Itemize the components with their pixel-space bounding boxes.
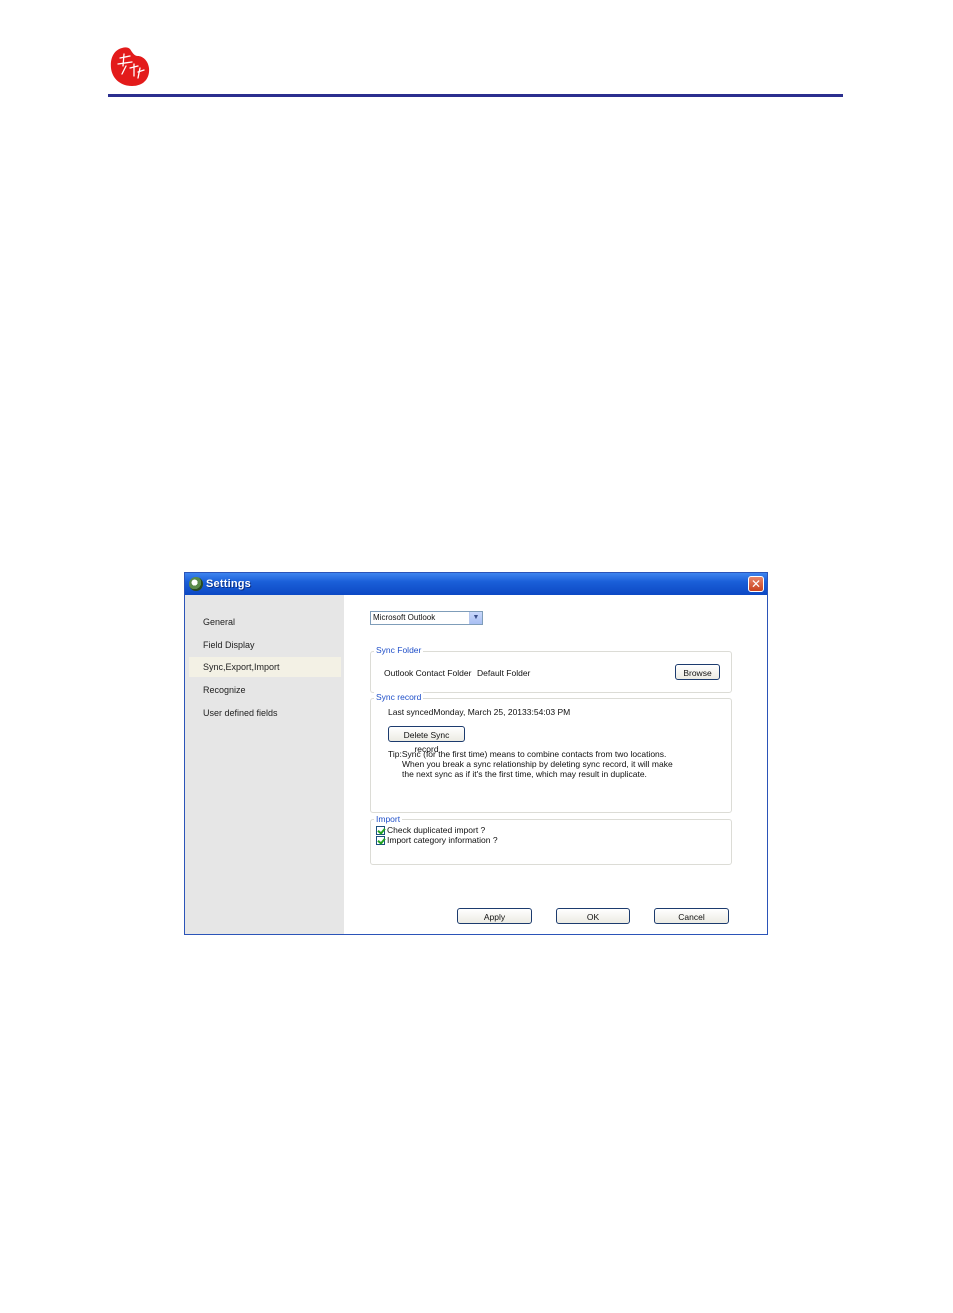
apply-button[interactable]: Apply <box>457 908 532 924</box>
close-icon[interactable]: ✕ <box>748 576 764 592</box>
settings-content: Microsoft Outlook ▼ Sync Folder Outlook … <box>344 595 767 934</box>
red-seal-logo-icon <box>110 47 150 86</box>
app-icon <box>189 577 203 591</box>
tip-line-1: Tip:Sync (for the first time) means to c… <box>388 749 667 759</box>
title-bar[interactable]: Settings ✕ <box>185 573 767 595</box>
sync-folder-label: Outlook Contact Folder <box>384 668 472 678</box>
check-duplicated-import-checkbox[interactable] <box>376 826 385 835</box>
sidebar-item-sync-export-import[interactable]: Sync,Export,Import <box>189 657 341 677</box>
settings-sidebar: General Field Display Sync,Export,Import… <box>185 595 344 934</box>
sidebar-item-recognize[interactable]: Recognize <box>189 680 341 700</box>
sync-source-value: Microsoft Outlook <box>373 613 436 622</box>
window-title: Settings <box>206 578 251 590</box>
import-category-checkbox[interactable] <box>376 836 385 845</box>
sync-folder-value: Default Folder <box>477 668 531 678</box>
last-synced-text: Last syncedMonday, March 25, 20133:54:03… <box>388 707 571 717</box>
settings-window: Settings ✕ General Field Display Sync,Ex… <box>184 572 768 935</box>
chevron-down-icon[interactable]: ▼ <box>469 612 482 624</box>
sidebar-item-field-display[interactable]: Field Display <box>189 635 341 655</box>
cancel-button[interactable]: Cancel <box>654 908 729 924</box>
check-duplicated-import-label: Check duplicated import ? <box>387 825 486 835</box>
tip-line-2: When you break a sync relationship by de… <box>402 759 673 769</box>
header-rule <box>108 94 843 97</box>
browse-button[interactable]: Browse <box>675 664 720 680</box>
ok-button[interactable]: OK <box>556 908 630 924</box>
tip-line-3: the next sync as if it's the first time,… <box>402 769 647 779</box>
sync-record-legend: Sync record <box>374 692 424 702</box>
sidebar-item-general[interactable]: General <box>189 612 341 632</box>
import-category-label: Import category information ? <box>387 835 498 845</box>
sync-source-select[interactable]: Microsoft Outlook ▼ <box>370 611 483 625</box>
sync-folder-legend: Sync Folder <box>374 645 424 655</box>
import-legend: Import <box>374 814 403 824</box>
delete-sync-record-button[interactable]: Delete Sync record <box>388 726 465 754</box>
sidebar-item-user-defined-fields[interactable]: User defined fields <box>189 703 341 723</box>
